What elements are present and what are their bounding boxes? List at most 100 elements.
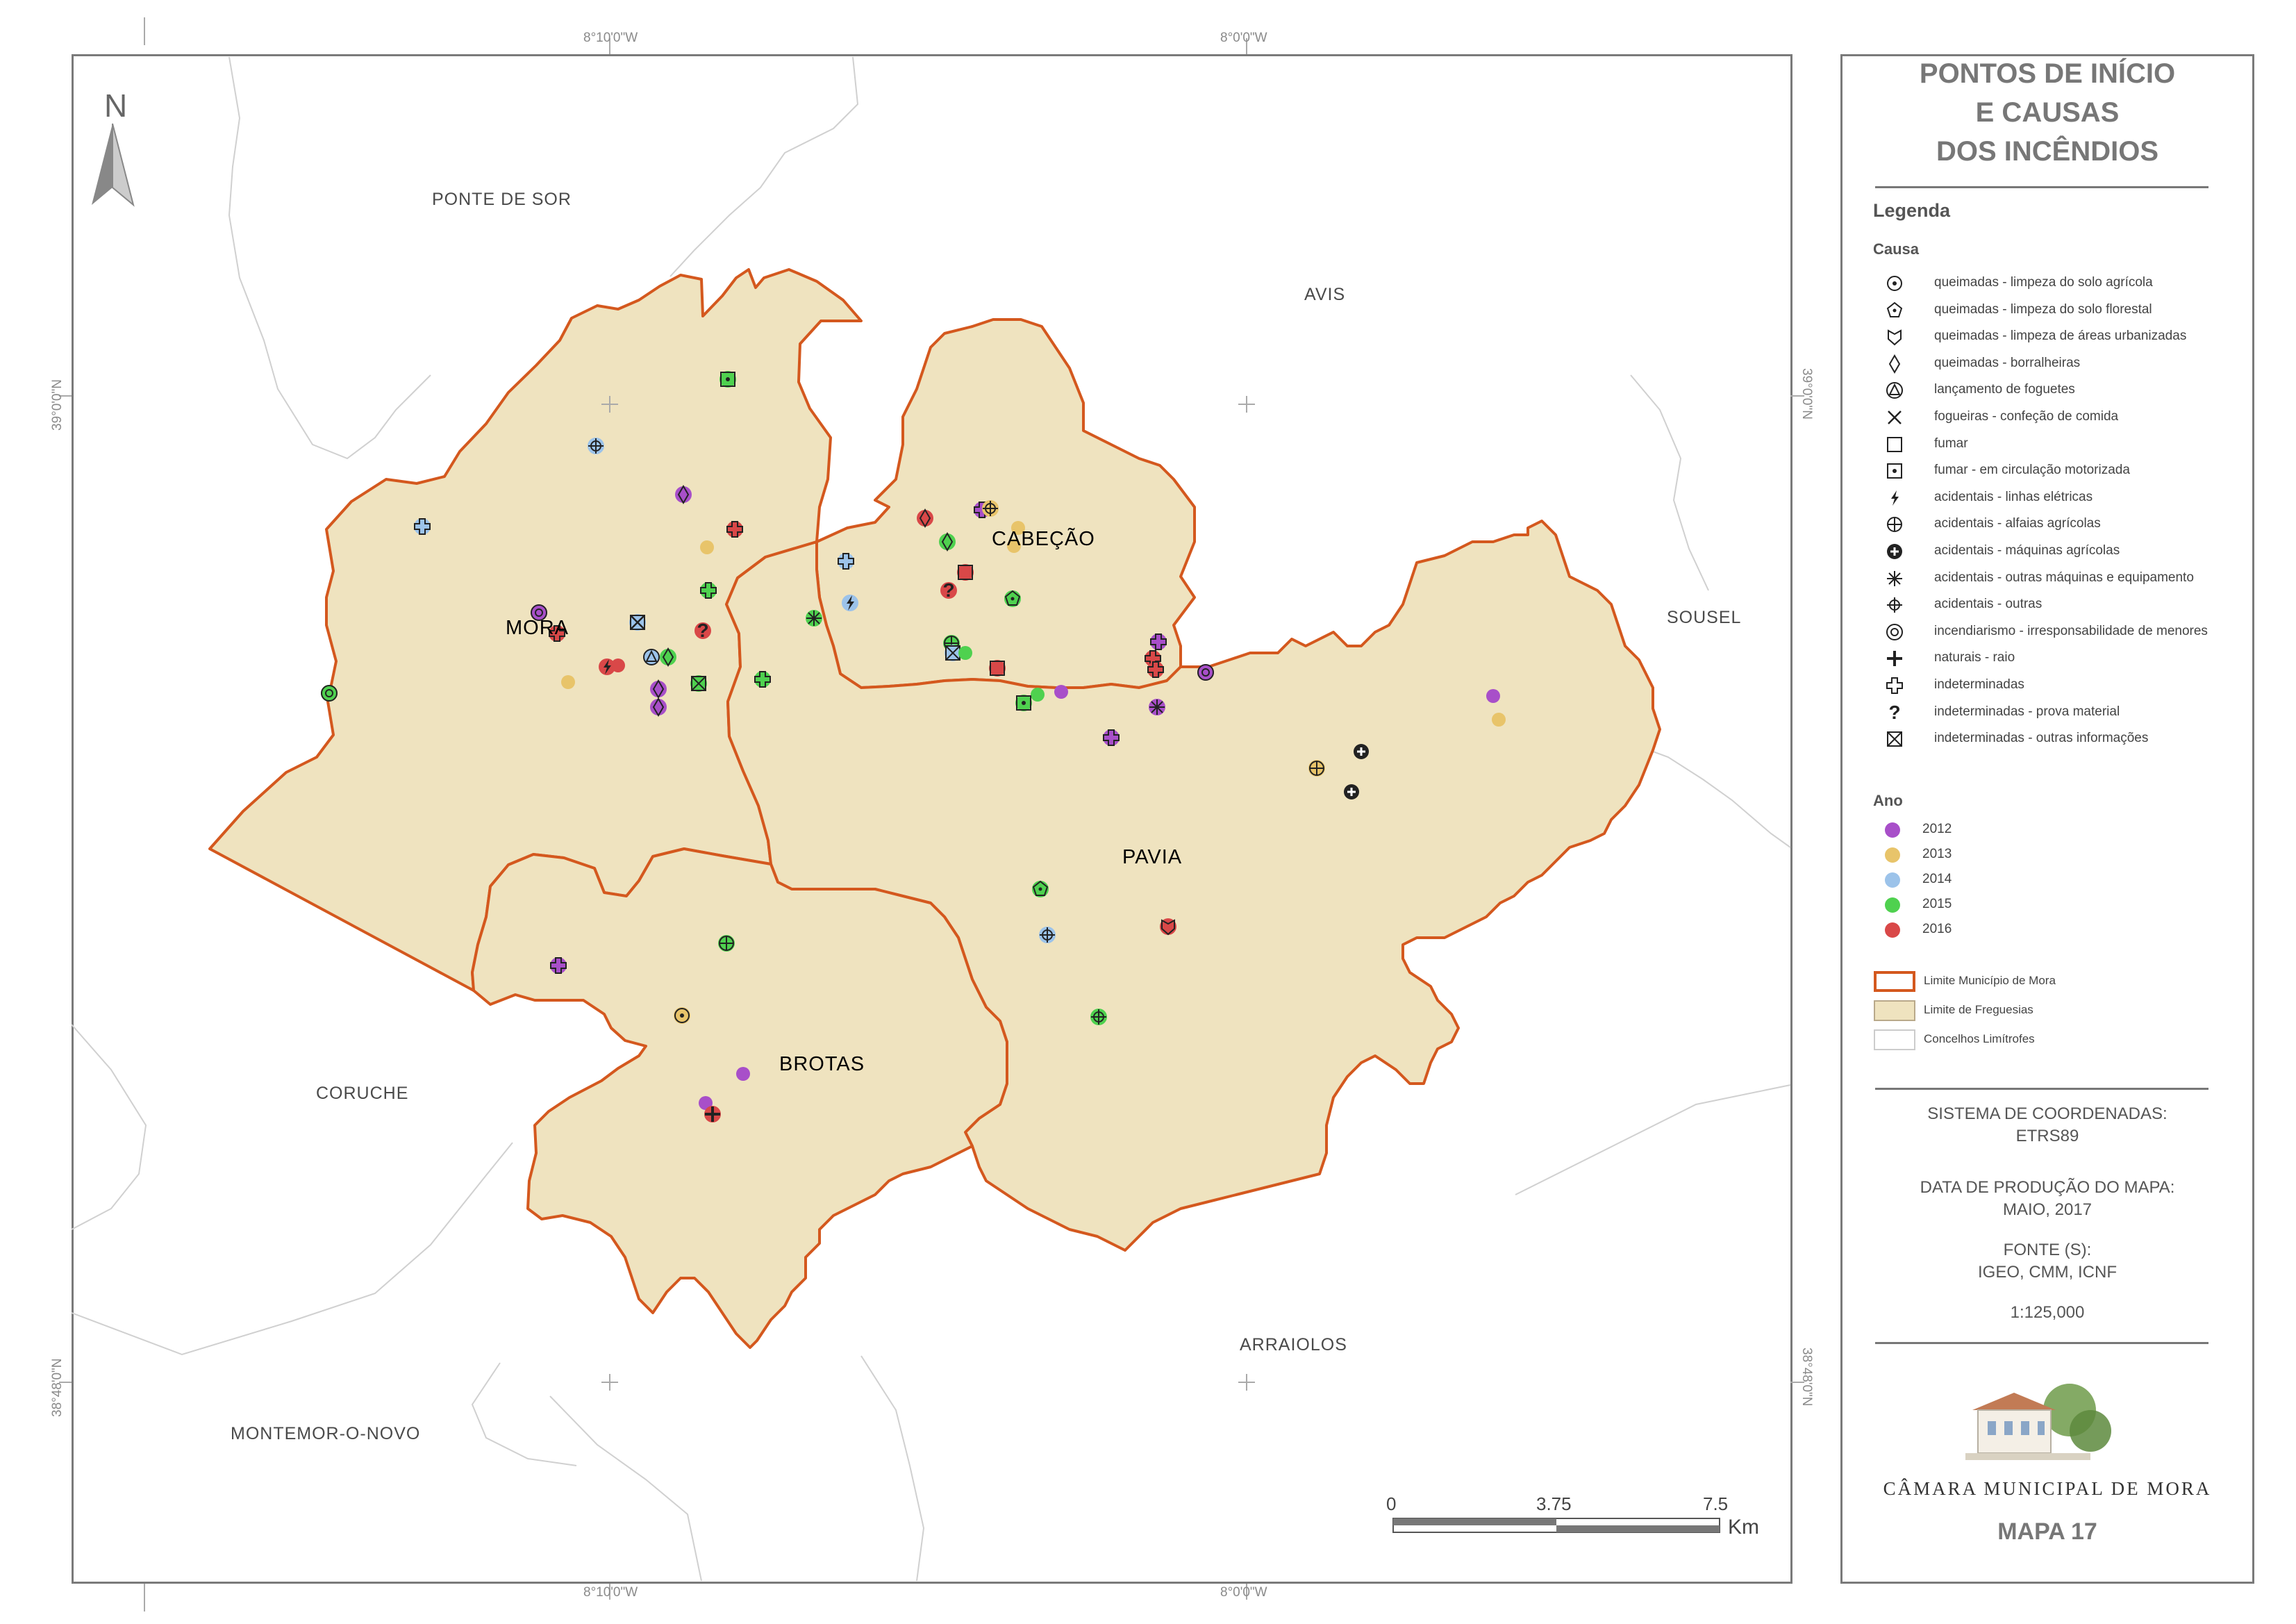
fire-point-marker — [1308, 760, 1325, 777]
parish-label-pavia: PAVIA — [1122, 846, 1183, 868]
legend-heading: Legenda — [1873, 200, 1951, 221]
square-icon — [1887, 436, 1902, 452]
parish-label-cabecao: CABEÇÃO — [992, 528, 1095, 550]
circle-cross-icon — [1887, 517, 1902, 533]
fire-point-marker — [1492, 713, 1506, 727]
fire-point-marker — [838, 553, 854, 570]
triangle-circle-icon — [1886, 382, 1903, 399]
year-swatch — [1885, 822, 1900, 838]
cause-label: acidentais - outras máquinas e equipamen… — [1934, 570, 2194, 585]
map-scale: 1:125,000 — [2010, 1303, 2085, 1322]
year-label: 2014 — [1922, 872, 1952, 886]
cause-label: queimadas - limpeza de áreas urbanizadas — [1934, 329, 2187, 344]
cause-label: acidentais - linhas elétricas — [1934, 489, 2093, 504]
fire-point-marker — [550, 957, 567, 974]
fire-point-marker — [1031, 688, 1045, 702]
fire-point-marker — [719, 371, 736, 388]
longitude-label-top-2: 8°0'0"W — [1220, 31, 1267, 45]
cause-label: indeterminadas - outras informações — [1934, 731, 2149, 746]
latitude-label-left-1: 39°0'0"N — [50, 379, 65, 431]
cause-label: queimadas - borralheiras — [1934, 355, 2081, 370]
scale-tick-end: 7.5 — [1703, 1493, 1729, 1514]
place-label-ponte-de-sor: PONTE DE SOR — [432, 190, 572, 209]
cause-label: queimadas - limpeza do solo florestal — [1934, 301, 2152, 317]
ano-heading: Ano — [1873, 792, 1903, 809]
latitude-label-left-2: 38°48'0"N — [50, 1358, 65, 1417]
bold-plus-icon — [1887, 651, 1902, 667]
scale-tick-0: 0 — [1386, 1493, 1397, 1514]
logo-text: CÂMARA MUNICIPAL DE MORA — [1883, 1478, 2212, 1499]
fire-point-marker — [1039, 927, 1056, 943]
place-label-arraiolos: ARRAIOLOS — [1240, 1335, 1347, 1354]
fire-point-marker — [321, 685, 338, 702]
fire-point-marker — [700, 540, 714, 554]
black-circle-plus-icon — [1887, 544, 1902, 559]
year-label: 2016 — [1922, 922, 1952, 936]
fire-point-marker — [675, 485, 692, 504]
fire-point-marker — [1344, 784, 1359, 799]
fire-point-marker — [700, 582, 717, 599]
svg-text:?: ? — [942, 579, 954, 601]
fire-point-marker: ? — [694, 620, 711, 641]
fire-point-marker — [917, 508, 933, 528]
place-label-coruche: CORUCHE — [316, 1084, 409, 1103]
fire-point-marker — [690, 675, 707, 692]
coord-system-label: SISTEMA DE COORDENADAS: — [1927, 1104, 2168, 1123]
latitude-label-right-1: 39°0'0"N — [1799, 368, 1814, 420]
source-value: IGEO, CMM, ICNF — [1978, 1263, 2117, 1282]
cause-label: incendiarismo - irresponsabilidade de me… — [1934, 623, 2208, 638]
info-divider-bottom — [1875, 1342, 2208, 1344]
cause-label: lançamento de foguetes — [1934, 382, 2075, 397]
fire-point-marker — [754, 671, 771, 688]
place-label-sousel: SOUSEL — [1667, 608, 1742, 627]
fire-point-marker — [982, 500, 999, 517]
fire-point-marker — [958, 646, 972, 660]
cause-label: queimadas - limpeza do solo agrícola — [1934, 275, 2153, 290]
fire-point-marker — [806, 610, 822, 627]
pentagon-icon — [1886, 301, 1903, 317]
legend-title-line-3: DOS INCÊNDIOS — [1936, 136, 2159, 167]
svg-text:?: ? — [697, 620, 708, 641]
fire-point-marker: ? — [940, 579, 957, 601]
square-dot-icon — [1887, 463, 1902, 479]
parish-label-brotas: BROTAS — [779, 1053, 865, 1075]
fire-point-marker — [643, 649, 660, 665]
fire-point-marker — [650, 697, 667, 717]
circle-star-icon — [1887, 276, 1902, 291]
scale-unit: Km — [1728, 1516, 1759, 1539]
cause-label: fumar - em circulação motorizada — [1934, 463, 2130, 478]
parish-label-mora: MORA — [506, 617, 569, 639]
cause-label: indeterminadas — [1934, 677, 2024, 692]
x-cross-icon — [1888, 411, 1902, 424]
svg-text:?: ? — [1888, 702, 1900, 723]
map-number: MAPA 17 — [1997, 1518, 2097, 1545]
cause-label: acidentais - alfaias agrícolas — [1934, 516, 2101, 531]
fire-point-marker — [1197, 664, 1214, 681]
cause-label: acidentais - outras — [1934, 597, 2043, 612]
fire-point-marker — [957, 564, 974, 581]
year-label: 2012 — [1922, 822, 1952, 836]
fire-point-marker — [1147, 661, 1164, 678]
cause-label: indeterminadas - prova material — [1934, 704, 2120, 719]
coord-system-value: ETRS89 — [2015, 1127, 2079, 1145]
fire-point-marker — [1354, 744, 1369, 759]
shield-icon — [1888, 329, 1902, 346]
scale-tick-mid: 3.75 — [1536, 1493, 1572, 1514]
fire-point-marker — [726, 521, 743, 538]
year-label: 2015 — [1922, 897, 1952, 911]
year-swatch — [1885, 872, 1900, 888]
fire-point-marker — [1103, 729, 1120, 746]
fire-point-marker — [989, 660, 1006, 677]
fire-point-marker — [842, 595, 858, 611]
fire-point-marker — [1004, 590, 1021, 607]
causa-heading: Causa — [1873, 240, 1920, 258]
fire-point-marker — [1090, 1009, 1107, 1025]
fire-point-marker — [674, 1007, 690, 1024]
fire-point-marker — [650, 679, 667, 699]
year-swatch — [1885, 922, 1900, 938]
fire-point-marker — [1032, 880, 1049, 897]
longitude-label-bottom-2: 8°0'0"W — [1220, 1585, 1267, 1600]
lightning-icon — [1891, 490, 1899, 506]
fire-point-marker — [736, 1067, 750, 1081]
production-date-label: DATA DE PRODUÇÃO DO MAPA: — [1920, 1178, 2175, 1197]
